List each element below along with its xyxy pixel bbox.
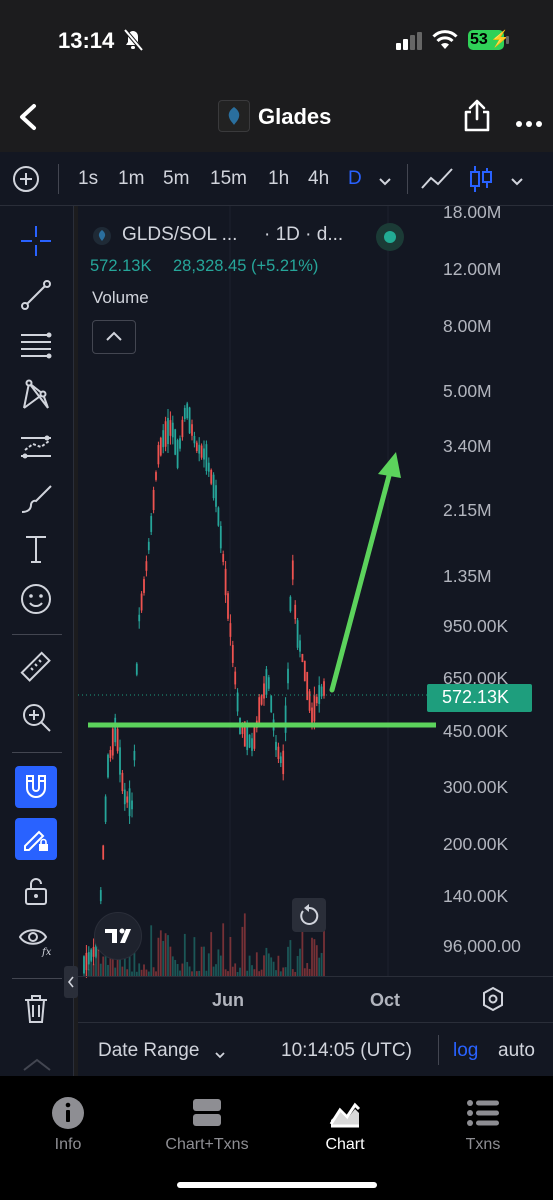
candles-icon[interactable] — [466, 164, 496, 199]
time-tick: Jun — [212, 990, 245, 1010]
price-tick: 300.00K — [443, 777, 509, 797]
token-logo-icon — [218, 100, 250, 132]
tab-chart-txns[interactable]: Chart+Txns — [147, 1094, 267, 1154]
svg-text:fx: fx — [41, 947, 52, 957]
price-tick: 1.35M — [443, 566, 492, 586]
price-tick: 3.40M — [443, 436, 492, 456]
chart-area[interactable]: GLDS/SOL ... · 1D · d... 572.13K 28,328.… — [78, 202, 553, 1022]
time-tick: Oct — [370, 990, 401, 1010]
crosshair-icon[interactable] — [17, 222, 55, 260]
wifi-icon — [432, 30, 458, 55]
chart-toolbar: 1s 1m 5m 15m 1h 4h D — [0, 152, 553, 206]
emoji-icon[interactable] — [17, 580, 55, 618]
fib-lines-icon[interactable] — [17, 326, 55, 364]
legend-change: 28,328.45 (+5.21%) — [173, 257, 319, 275]
tab-txns[interactable]: Txns — [423, 1094, 543, 1154]
magnet-icon[interactable] — [15, 766, 57, 808]
visibility-icon[interactable]: fx — [17, 920, 55, 958]
price-tick: 5.00M — [443, 381, 492, 401]
lock-drawing-icon[interactable] — [15, 818, 57, 860]
breakout-arrow — [329, 469, 393, 693]
tab-chart[interactable]: Chart — [285, 1094, 405, 1154]
interval-1m[interactable]: 1m — [118, 168, 144, 190]
date-range-chevron-icon[interactable] — [214, 1047, 226, 1065]
status-bar: 13:14 53 ⚡ — [0, 0, 553, 80]
trash-icon[interactable] — [17, 990, 55, 1028]
pattern-icon[interactable] — [17, 376, 55, 414]
page-title: Glades — [258, 104, 332, 129]
forecast-icon[interactable] — [17, 428, 55, 466]
list-icon — [423, 1094, 543, 1132]
interval-5m[interactable]: 5m — [163, 168, 189, 190]
collapse-legend-button[interactable] — [92, 320, 136, 354]
log-scale-toggle[interactable]: log — [453, 1040, 478, 1062]
tab-chart-txns-label: Chart+Txns — [165, 1136, 249, 1153]
brush-icon[interactable] — [17, 480, 55, 518]
text-tool-icon[interactable] — [17, 530, 55, 568]
chart-bottom-bar: Date Range 10:14:05 (UTC) log auto — [78, 1022, 553, 1076]
tab-info-label: Info — [54, 1136, 82, 1153]
tab-bar: Info Chart+Txns Chart Txns — [0, 1076, 553, 1200]
date-range-button[interactable]: Date Range — [98, 1040, 199, 1062]
signal-icon — [396, 32, 424, 55]
chart-settings-icon[interactable] — [480, 986, 506, 1017]
price-tick: 96,000.00 — [443, 936, 521, 956]
volume-label: Volume — [92, 288, 149, 307]
price-tick: 200.00K — [443, 834, 509, 854]
price-tick: 8.00M — [443, 316, 492, 336]
chart-icon — [285, 1094, 405, 1132]
price-tick: 950.00K — [443, 616, 509, 636]
nav-bar: Glades — [0, 80, 553, 152]
price-tick: 450.00K — [443, 721, 509, 741]
token-legend-icon — [92, 226, 112, 251]
battery-level: 53 — [470, 31, 488, 48]
share-icon[interactable] — [462, 98, 492, 137]
legend-symbol[interactable]: GLDS/SOL ... — [122, 224, 237, 246]
legend-price: 572.13K — [90, 257, 152, 275]
line-chart-icon[interactable] — [420, 166, 454, 197]
price-tick: 12.00M — [443, 259, 502, 279]
back-button[interactable] — [14, 102, 42, 137]
legend-interval: · 1D · d... — [264, 224, 344, 245]
info-icon — [8, 1094, 128, 1132]
price-tick: 2.15M — [443, 500, 492, 520]
home-indicator — [177, 1182, 377, 1188]
status-time: 13:14 — [58, 28, 115, 53]
current-price-text: 572.13K — [442, 687, 510, 707]
interval-1s[interactable]: 1s — [78, 168, 98, 190]
interval-1h[interactable]: 1h — [268, 168, 289, 190]
price-tick: 18.00M — [443, 202, 502, 222]
live-status-dot — [376, 223, 404, 251]
ruler-icon[interactable] — [17, 648, 55, 686]
current-price-tag: 572.13K — [427, 684, 532, 712]
tab-info[interactable]: Info — [8, 1094, 128, 1154]
zoom-in-icon[interactable] — [17, 698, 55, 736]
tradingview-logo-icon[interactable] — [94, 912, 142, 960]
trendline-icon[interactable] — [17, 276, 55, 314]
drawing-toolbar: fx — [0, 206, 74, 1076]
interval-15m[interactable]: 15m — [210, 168, 247, 190]
chevron-down-icon[interactable] — [378, 174, 392, 192]
interval-4h[interactable]: 4h — [308, 168, 329, 190]
tab-txns-label: Txns — [465, 1136, 501, 1153]
chart-type-chevron-icon[interactable] — [510, 174, 524, 192]
reset-chart-button[interactable] — [292, 898, 326, 932]
interval-d-selected[interactable]: D — [348, 168, 362, 190]
price-tick: 140.00K — [443, 886, 509, 906]
breakout-arrow-head — [378, 452, 401, 478]
split-view-icon — [147, 1094, 267, 1132]
utc-clock[interactable]: 10:14:05 (UTC) — [281, 1040, 412, 1062]
unlock-icon[interactable] — [17, 872, 55, 910]
tab-chart-label: Chart — [325, 1136, 365, 1153]
auto-scale-toggle[interactable]: auto — [498, 1040, 535, 1062]
panel-toggle-button[interactable] — [64, 966, 78, 998]
add-indicator-icon[interactable] — [12, 165, 40, 198]
more-icon[interactable] — [516, 114, 542, 132]
mute-icon — [122, 28, 144, 57]
